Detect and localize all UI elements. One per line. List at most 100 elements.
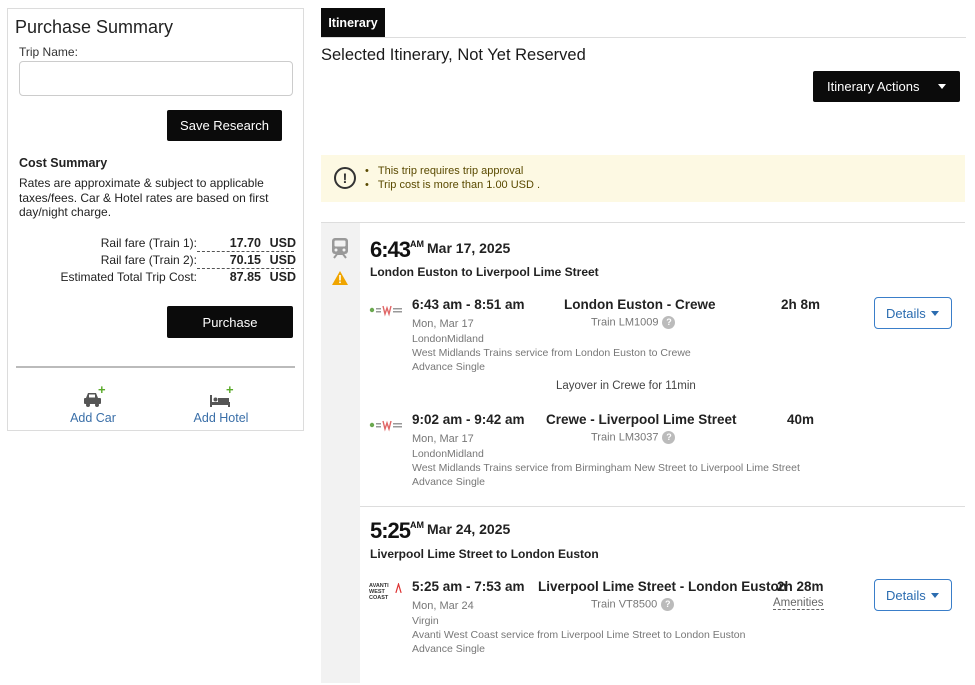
question-icon[interactable]: ?	[662, 431, 676, 444]
itinerary-segments: 6:43AM Mar 17, 2025 London Euston to Liv…	[321, 222, 965, 683]
cost-row-total: Estimated Total Trip Cost: 87.85 USD	[8, 270, 305, 286]
leg-duration: 2h 28m	[777, 579, 824, 594]
leg-carrier: LondonMidland	[412, 333, 484, 345]
segment-route: London Euston to Liverpool Lime Street	[370, 265, 599, 279]
car-icon: +	[68, 382, 118, 407]
add-car-button[interactable]: + Add Car	[68, 382, 118, 425]
details-label: Details	[886, 587, 926, 603]
itinerary-title: Selected Itinerary, Not Yet Reserved	[321, 46, 586, 64]
cost-currency: USD	[269, 253, 296, 267]
caret-down-icon	[931, 593, 939, 598]
approval-alert: ! This trip requires trip approval Trip …	[321, 155, 965, 202]
itinerary-actions-label: Itinerary Actions	[827, 79, 920, 94]
cost-label: Estimated Total Trip Cost:	[60, 270, 198, 284]
caret-down-icon	[938, 84, 946, 89]
west-midlands-logo	[369, 305, 402, 317]
amenities-link[interactable]: Amenities	[773, 597, 824, 610]
leg-times: 6:43 am - 8:51 am	[412, 297, 525, 312]
plus-icon: +	[98, 382, 106, 397]
segment-time: 5:25	[370, 518, 411, 543]
dotted-divider	[197, 251, 294, 252]
alert-item: This trip requires trip approval	[365, 165, 540, 179]
purchase-button[interactable]: Purchase	[167, 306, 293, 338]
cost-amount: 70.15	[229, 253, 261, 267]
segment-date: Mar 17, 2025	[427, 240, 511, 256]
leg-duration: 2h 8m	[781, 297, 821, 312]
leg-train-number: Train LM1009	[591, 316, 659, 329]
trip-name-label: Trip Name:	[19, 45, 78, 59]
segment-rail-column	[321, 223, 360, 683]
leg-duration: 40m	[787, 412, 815, 427]
leg-day: Mon, Mar 17	[412, 318, 474, 330]
leg-1: 6:43 am - 8:51 am Mon, Mar 17 LondonMidl…	[369, 297, 959, 387]
trip-name-input[interactable]	[19, 61, 293, 96]
purchase-summary-panel: Purchase Summary Trip Name: Save Researc…	[7, 8, 304, 431]
leg-3: AVANTI WEST COAST 5:25 am - 7:53 am Mon,…	[369, 579, 959, 669]
warning-icon	[332, 271, 348, 285]
details-label: Details	[886, 305, 926, 321]
avanti-mark-icon	[395, 583, 402, 594]
save-research-button[interactable]: Save Research	[167, 110, 282, 141]
add-hotel-label: Add Hotel	[193, 411, 249, 425]
segment-divider	[360, 506, 965, 507]
cost-currency: USD	[269, 270, 296, 284]
purchase-summary-title: Purchase Summary	[15, 17, 174, 37]
avanti-logo-text: AVANTI WEST COAST	[369, 583, 389, 601]
leg-carrier: Virgin	[412, 615, 439, 627]
leg-description: Avanti West Coast service from Liverpool…	[412, 629, 746, 641]
details-button[interactable]: Details	[874, 297, 952, 329]
cost-row-train-2: Rail fare (Train 2): 70.15 USD	[8, 253, 305, 269]
leg-fare: Advance Single	[412, 476, 485, 488]
caret-down-icon	[931, 311, 939, 316]
cost-summary-note: Rates are approximate & subject to appli…	[19, 176, 269, 219]
leg-times: 5:25 am - 7:53 am	[412, 579, 525, 594]
segment-ampm: AM	[410, 239, 425, 249]
itinerary-actions-button[interactable]: Itinerary Actions	[813, 71, 960, 102]
leg-fare: Advance Single	[412, 643, 485, 655]
bed-icon: +	[191, 382, 251, 407]
cost-label: Rail fare (Train 1):	[100, 236, 197, 250]
segment-date: Mar 24, 2025	[427, 521, 511, 537]
avanti-logo: AVANTI WEST COAST	[369, 583, 403, 601]
plus-icon: +	[226, 382, 234, 397]
segment-departure-time: 5:25AM	[370, 518, 424, 544]
tab-itinerary[interactable]: Itinerary	[321, 8, 385, 37]
leg-description: West Midlands Trains service from London…	[412, 347, 691, 359]
leg-description: West Midlands Trains service from Birmin…	[412, 462, 800, 474]
segment-time: 6:43	[370, 237, 411, 262]
question-icon[interactable]: ?	[662, 316, 676, 329]
leg-times: 9:02 am - 9:42 am	[412, 412, 525, 427]
section-divider	[16, 366, 295, 368]
segment-route: Liverpool Lime Street to London Euston	[370, 547, 599, 561]
tab-underline	[321, 37, 966, 38]
leg-2: 9:02 am - 9:42 am Mon, Mar 17 LondonMidl…	[369, 412, 959, 502]
cost-amount: 87.85	[229, 270, 261, 284]
train-icon	[332, 238, 348, 259]
segment-ampm: AM	[410, 520, 425, 530]
leg-train: Train LM1009?	[591, 316, 676, 329]
west-midlands-logo	[369, 420, 402, 432]
leg-train-number: Train LM3037	[591, 431, 659, 444]
segment-departure-time: 6:43AM	[370, 237, 424, 263]
leg-stations: Crewe - Liverpool Lime Street	[546, 412, 737, 427]
add-hotel-button[interactable]: + Add Hotel	[191, 382, 251, 425]
leg-stations: London Euston - Crewe	[564, 297, 716, 312]
leg-day: Mon, Mar 24	[412, 600, 474, 612]
leg-day: Mon, Mar 17	[412, 433, 474, 445]
leg-carrier: LondonMidland	[412, 448, 484, 460]
layover-info: Layover in Crewe for 11min	[556, 380, 696, 392]
cost-summary-title: Cost Summary	[19, 156, 108, 170]
leg-train: Train VT8500?	[591, 598, 675, 611]
cost-amount: 17.70	[229, 236, 261, 250]
question-icon[interactable]: ?	[661, 598, 675, 611]
details-button[interactable]: Details	[874, 579, 952, 611]
cost-label: Rail fare (Train 2):	[100, 253, 197, 267]
cost-currency: USD	[269, 236, 296, 250]
dotted-divider	[197, 268, 294, 269]
alert-circle-icon: !	[334, 167, 356, 189]
add-car-label: Add Car	[70, 411, 116, 425]
leg-stations: Liverpool Lime Street - London Euston	[538, 579, 788, 594]
alert-list: This trip requires trip approval Trip co…	[365, 165, 540, 192]
leg-fare: Advance Single	[412, 361, 485, 373]
leg-train: Train LM3037?	[591, 431, 676, 444]
